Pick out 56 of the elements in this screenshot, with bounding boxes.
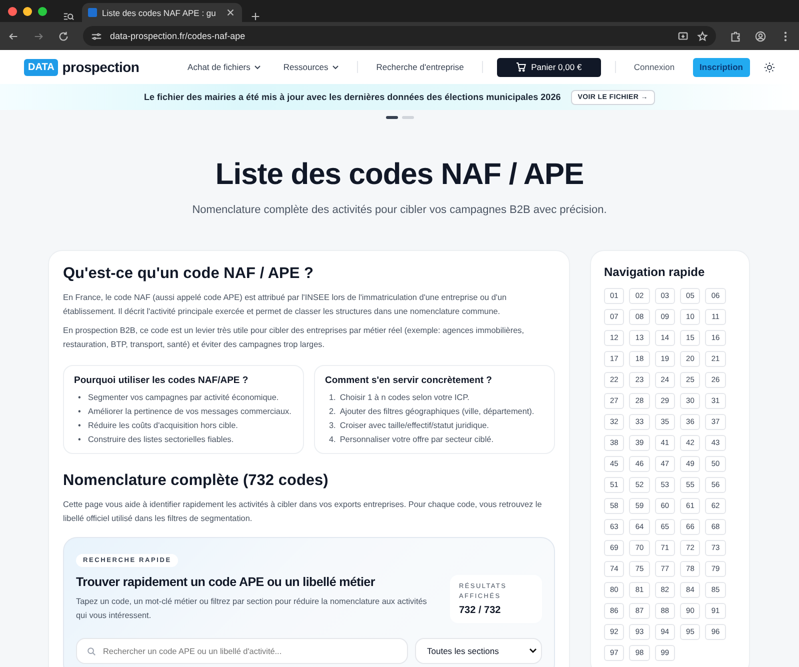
back-icon[interactable]: [8, 30, 19, 42]
nav-link[interactable]: Recherche d'entreprise: [372, 62, 468, 72]
list-marker: 1.: [329, 392, 336, 404]
forward-icon[interactable]: [33, 30, 44, 42]
page-subtitle: Nomenclature complète des activités pour cibler vos campagnes B2B avec précision.: [191, 204, 608, 216]
search-field[interactable]: Rechercher un code APE ou un libellé d'activité...: [76, 638, 408, 664]
list-item: Construire des listes sectorielles fiables.: [88, 434, 234, 446]
tab-search-icon[interactable]: [63, 11, 74, 22]
list-item: Segmenter vos campagnes par activité économique.: [88, 392, 279, 404]
extensions-icon[interactable]: [730, 30, 741, 42]
quick-nav-title: Navigation rapide: [604, 265, 706, 279]
logo-text[interactable]: prospection: [62, 59, 140, 75]
profile-icon[interactable]: [755, 30, 766, 42]
list-item: Améliorer la pertinence de vos messages commerciaux.: [88, 406, 292, 418]
nav-link[interactable]: Ressources: [279, 62, 344, 72]
paragraph: Cette page vous aide à identifier rapidement les activités à cibler dans vos exports entreprises. Pour chaque code, vous retrouvez le libellé officiel utilisé dans les filtres de segmentation.: [63, 499, 543, 525]
browser-tab[interactable]: Liste des codes NAF APE : gu: [82, 3, 242, 22]
list-item: Réduire les coûts d'acquisition hors cible.: [88, 420, 238, 432]
new-tab-icon[interactable]: [250, 11, 261, 22]
page-title: Liste des codes NAF / APE: [214, 158, 585, 192]
results-count: 732 / 732: [459, 605, 502, 616]
list-item: Choisir 1 à n codes selon votre ICP.: [340, 392, 470, 404]
site-favicon: [88, 8, 97, 17]
install-app-icon[interactable]: [678, 30, 689, 42]
list-item: Croiser avec taille/effectif/statut juridique.: [340, 420, 489, 432]
section-heading: Nomenclature complète (732 codes): [63, 472, 330, 490]
panel-title: Trouver rapidement un code APE ou un libellé métier: [76, 575, 376, 589]
list-marker: •: [78, 392, 82, 404]
info-card-title: Comment s'en servir concrètement ?: [325, 375, 493, 386]
reload-icon[interactable]: [58, 30, 69, 42]
site-settings-icon[interactable]: [91, 30, 102, 42]
info-card-title: Pourquoi utiliser les codes NAF/APE ?: [74, 375, 250, 386]
paragraph: En France, le code NAF (aussi appelé code APE) est attribué par l'INSEE lors de l'immatriculation d'une entreprise ou d'un établissement. Il décrit l'activité principale exercée et permet de classer les structures dans une nomenclature commune.: [63, 292, 508, 318]
chevron-down-icon: [529, 648, 537, 654]
theme-toggle-icon[interactable]: [764, 62, 775, 72]
list-marker: •: [78, 406, 82, 418]
list-item: Personnaliser votre offre par secteur ciblé.: [340, 434, 494, 446]
panel-description: Tapez un code, un mot-clé métier ou filtrez par section pour réduire la nomenclature aux activités qui vous intéressent.: [76, 596, 428, 622]
section-heading: Qu'est-ce qu'un code NAF / APE ?: [63, 265, 315, 283]
address-bar[interactable]: data-prospection.fr/codes-naf-ape: [83, 26, 716, 46]
list-marker: 3.: [329, 420, 336, 432]
list-marker: •: [78, 434, 82, 446]
list-marker: •: [78, 420, 82, 432]
login-link[interactable]: Connexion: [630, 62, 679, 72]
nav-link[interactable]: Achat de fichiers: [184, 62, 266, 72]
paragraph: En prospection B2B, ce code est un levier très utile pour cibler des entreprises par métier réel (exemple: agences immobilières, restauration, BTP, transport, santé) et éviter des campagnes trop larges.: [63, 325, 525, 351]
bookmark-star-icon[interactable]: [697, 30, 708, 42]
section-select[interactable]: Toutes les sections: [415, 638, 542, 664]
cart-button[interactable]: Panier 0,00 €: [496, 58, 601, 76]
list-item: Ajouter des filtres géographiques (ville, département).: [340, 406, 534, 418]
signup-button[interactable]: Inscription: [692, 58, 750, 76]
close-icon[interactable]: [225, 7, 236, 18]
banner-text: Le fichier des mairies a été mis à jour avec les dernières données des élections municipales 2026: [144, 92, 561, 102]
list-marker: 2.: [329, 406, 336, 418]
cart-icon: [516, 62, 526, 72]
list-marker: 4.: [329, 434, 336, 446]
